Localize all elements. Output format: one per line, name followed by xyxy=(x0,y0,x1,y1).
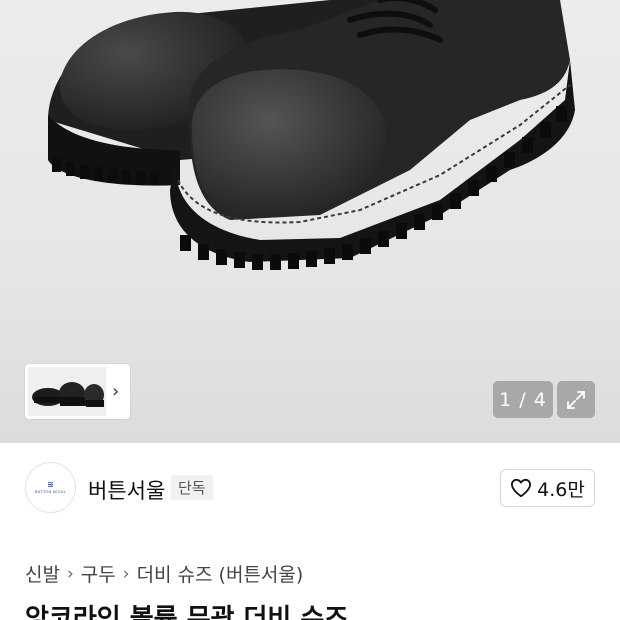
product-image-gallery[interactable]: › 1 / 4 xyxy=(0,0,620,443)
breadcrumb-item-shoes[interactable]: 신발 xyxy=(25,560,60,587)
thumbnail-image[interactable] xyxy=(28,367,106,416)
breadcrumb: 신발 › 구두 › 더비 슈즈 (버튼서울) xyxy=(25,560,303,587)
breadcrumb-item-derby-shoes[interactable]: 더비 슈즈 (버튼서울) xyxy=(137,560,304,587)
exclusive-badge: 단독 xyxy=(171,475,213,500)
thumbnail-strip[interactable]: › xyxy=(25,364,130,419)
like-count: 4.6만 xyxy=(537,478,585,501)
brand-logo-mark: ≋ xyxy=(47,480,54,489)
chevron-right-icon: › xyxy=(66,563,74,584)
like-button[interactable]: 4.6만 xyxy=(500,469,595,507)
brand-logo[interactable]: ≋ BUTTON SEOUL xyxy=(25,462,76,513)
brand-name[interactable]: 버튼서울 xyxy=(88,475,165,505)
expand-icon xyxy=(567,390,585,409)
chevron-right-icon: › xyxy=(122,563,130,584)
expand-button[interactable] xyxy=(557,381,595,418)
brand-logo-text: BUTTON SEOUL xyxy=(35,490,66,494)
heart-icon xyxy=(511,478,532,498)
chevron-right-icon[interactable]: › xyxy=(112,382,119,401)
image-page-counter: 1 / 4 xyxy=(493,381,553,418)
brand-row: ≋ BUTTON SEOUL 버튼서울 단독 4.6만 xyxy=(0,443,620,533)
product-title: 앙코라인 볼륨 무광 더비 슈즈 xyxy=(25,604,349,620)
breadcrumb-item-dress-shoes[interactable]: 구두 xyxy=(81,560,116,587)
